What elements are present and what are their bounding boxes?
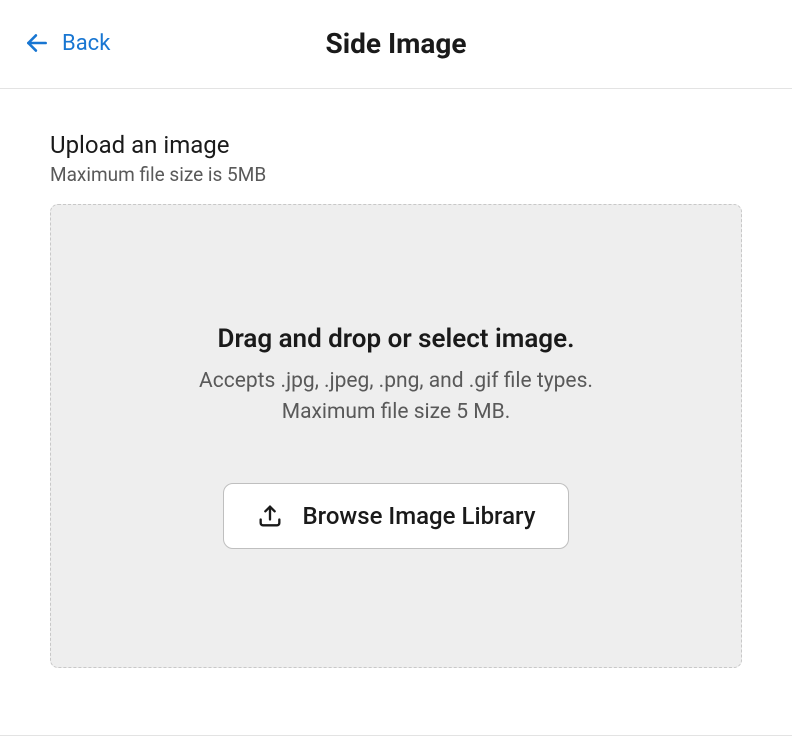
back-button-label: Back	[62, 31, 110, 56]
back-button[interactable]: Back	[24, 30, 110, 56]
header: Back Side Image	[0, 0, 792, 89]
page-title: Side Image	[325, 27, 466, 60]
dropzone-primary-text: Drag and drop or select image.	[218, 324, 575, 354]
dropzone-secondary-line2: Maximum file size 5 MB.	[199, 397, 593, 429]
browse-image-library-button[interactable]: Browse Image Library	[223, 483, 568, 549]
browse-button-label: Browse Image Library	[302, 502, 535, 530]
dropzone-secondary-line1: Accepts .jpg, .jpeg, .png, and .gif file…	[199, 366, 593, 398]
upload-icon	[256, 502, 284, 530]
upload-dropzone[interactable]: Drag and drop or select image. Accepts .…	[50, 204, 742, 668]
upload-section-title: Upload an image	[50, 131, 742, 159]
dropzone-secondary-text: Accepts .jpg, .jpeg, .png, and .gif file…	[199, 366, 593, 429]
content: Upload an image Maximum file size is 5MB…	[0, 89, 792, 668]
upload-section-subtitle: Maximum file size is 5MB	[50, 163, 742, 186]
arrow-left-icon	[24, 30, 50, 56]
